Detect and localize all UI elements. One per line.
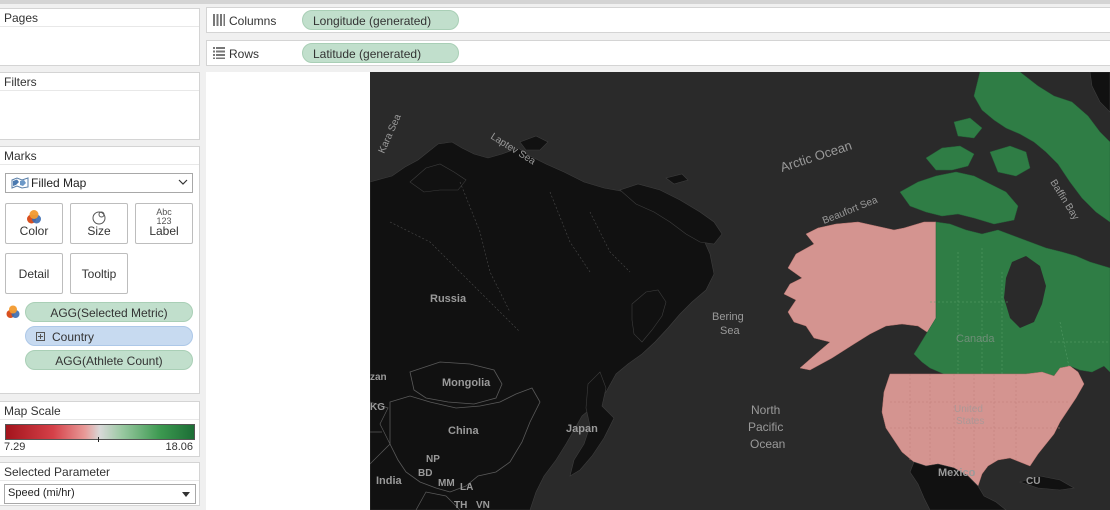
map-label-ocean: Ocean (750, 437, 785, 451)
map-label-mm: MM (438, 478, 455, 489)
rows-label: Rows (229, 47, 260, 61)
tooltip-label: Tooltip (81, 267, 117, 281)
detail-button[interactable]: Detail (5, 253, 63, 294)
columns-pill-longitude[interactable]: Longitude (generated) (302, 10, 459, 30)
legend-min-value: 7.29 (4, 441, 26, 453)
field-pill-label: Country (52, 330, 95, 344)
dropdown-caret-icon (182, 492, 190, 497)
map-label-japan: Japan (566, 423, 598, 435)
marks-card: Marks Filled Map Color Size Abc 123 Labe… (0, 146, 200, 394)
color-label: Color (19, 224, 49, 238)
size-label: Size (87, 224, 111, 238)
columns-label: Columns (229, 14, 277, 28)
filled-map-icon (11, 177, 29, 189)
map-label-vn: VN (476, 500, 490, 510)
map-svg: Kara Sea Laptev Sea Arctic Ocean Beaufor… (370, 72, 1110, 510)
field-pill-country[interactable]: Country (25, 326, 193, 346)
map-scale-title: Map Scale (0, 402, 199, 420)
map-scale-card: Map Scale 7.29 18.06 (0, 401, 200, 457)
size-icon (92, 211, 106, 225)
detail-plus-icon (36, 332, 45, 341)
field-pill-label: AGG(Selected Metric) (50, 306, 168, 320)
color-field-icon (6, 305, 20, 318)
pages-title: Pages (0, 9, 199, 27)
view-canvas-blank[interactable] (206, 72, 370, 510)
pill-label: Latitude (generated) (313, 47, 422, 61)
detail-label: Detail (18, 267, 50, 281)
map-label-mongolia: Mongolia (442, 377, 491, 389)
chevron-down-icon (178, 179, 188, 185)
rows-pill-latitude[interactable]: Latitude (generated) (302, 43, 459, 63)
map-label-united: United (954, 404, 983, 415)
map-label-russia: Russia (430, 293, 467, 305)
pages-card[interactable]: Pages (0, 8, 200, 66)
mark-type-label: Filled Map (31, 176, 87, 190)
filters-title: Filters (0, 73, 199, 91)
columns-shelf[interactable]: Columns Longitude (generated) (206, 7, 1110, 33)
map-label-pacific: Pacific (748, 420, 783, 434)
map-label-china: China (448, 425, 479, 437)
mark-type-dropdown[interactable]: Filled Map (5, 173, 193, 193)
map-label-canada: Canada (956, 333, 995, 345)
top-border (0, 0, 1110, 4)
filters-card[interactable]: Filters (0, 72, 200, 140)
tooltip-button[interactable]: Tooltip (70, 253, 128, 294)
map-label-kg: KG (370, 402, 385, 413)
legend-max-value: 18.06 (165, 441, 193, 453)
map-label-th: TH (454, 500, 467, 510)
map-label-mexico: Mexico (938, 467, 976, 479)
selected-parameter-title: Selected Parameter (0, 463, 199, 481)
map-label-bering-1: Bering (712, 311, 744, 323)
size-button[interactable]: Size (70, 203, 128, 244)
label-label: Label (149, 224, 179, 238)
filled-map-view[interactable]: Kara Sea Laptev Sea Arctic Ocean Beaufor… (370, 72, 1110, 510)
map-label-np: NP (426, 454, 440, 465)
map-label-cu: CU (1026, 476, 1040, 487)
map-label-states: States (956, 416, 984, 427)
rows-shelf[interactable]: Rows Latitude (generated) (206, 40, 1110, 66)
map-label-north: North (751, 403, 780, 417)
color-button[interactable]: Color (5, 203, 63, 244)
field-pill-selected-metric[interactable]: AGG(Selected Metric) (25, 302, 193, 322)
map-label-la: LA (460, 482, 473, 493)
rows-icon (213, 47, 225, 59)
parameter-dropdown[interactable]: Speed (mi/hr) (4, 484, 196, 504)
color-legend-gradient[interactable] (5, 424, 195, 440)
map-label-bd: BD (418, 468, 432, 479)
map-label-bering-2: Sea (720, 325, 740, 337)
label-button[interactable]: Abc 123 Label (135, 203, 193, 244)
field-pill-athlete-count[interactable]: AGG(Athlete Count) (25, 350, 193, 370)
pill-label: Longitude (generated) (313, 14, 432, 28)
color-icon (27, 210, 41, 224)
selected-parameter-card: Selected Parameter Speed (mi/hr) (0, 462, 200, 506)
marks-title: Marks (0, 147, 199, 165)
parameter-value: Speed (mi/hr) (8, 487, 75, 499)
map-label-kazakhstan: zan (370, 372, 387, 383)
map-label-india: India (376, 475, 403, 487)
legend-center-tick (98, 437, 99, 442)
columns-icon (213, 14, 225, 26)
field-pill-label: AGG(Athlete Count) (55, 354, 163, 368)
